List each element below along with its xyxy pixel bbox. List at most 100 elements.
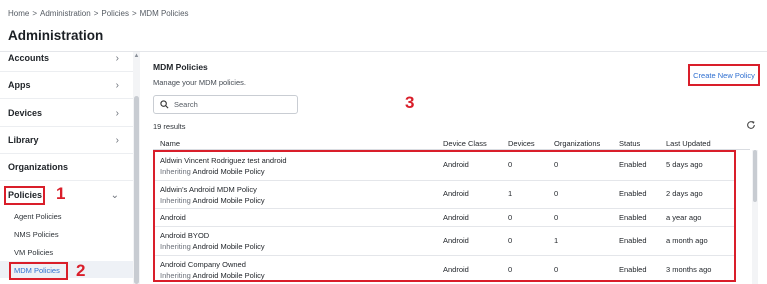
- policy-name: Android BYOD: [160, 231, 210, 240]
- sidebar-scroll-thumb[interactable]: [134, 96, 139, 284]
- sidebar-item-organizations[interactable]: Organizations: [0, 154, 133, 180]
- sidebar-divider: [0, 98, 133, 99]
- policy-name-cell[interactable]: Android: [160, 213, 186, 222]
- inherit-prefix: Inheriting: [160, 167, 191, 176]
- sidebar-item-devices[interactable]: Devices ›: [0, 100, 133, 126]
- devices-cell: 0: [508, 213, 513, 222]
- sidebar-item-apps[interactable]: Apps ›: [0, 72, 133, 98]
- device-class-cell: Android: [443, 213, 469, 222]
- status-cell: Enabled: [619, 213, 647, 222]
- organizations-cell: 0: [554, 160, 559, 169]
- last-updated-cell: 5 days ago: [666, 160, 703, 169]
- column-header-organizations[interactable]: Organizations: [554, 139, 600, 148]
- inherit-prefix: Inheriting: [160, 271, 191, 280]
- table-scrollbar[interactable]: [752, 150, 758, 284]
- status-cell: Enabled: [619, 160, 647, 169]
- table-row[interactable]: Android Company Owned Inheriting Android…: [155, 256, 734, 282]
- chevron-right-icon: ›: [115, 134, 119, 146]
- chevron-right-icon: ›: [115, 52, 119, 64]
- create-new-policy-button[interactable]: Create New Policy: [688, 64, 760, 86]
- refresh-icon[interactable]: [746, 120, 756, 130]
- scroll-up-arrow-icon[interactable]: ▲: [133, 53, 140, 60]
- sidebar-item-accounts[interactable]: Accounts ›: [0, 45, 133, 71]
- sidebar-item-label: Accounts: [8, 53, 50, 63]
- annotation-number-3: 3: [405, 93, 415, 112]
- table-row[interactable]: Android BYOD Inheriting Android Mobile P…: [155, 227, 734, 255]
- sidebar-subitem-nms-policies[interactable]: NMS Policies: [14, 230, 59, 239]
- last-updated-cell: 2 days ago: [666, 189, 703, 198]
- breadcrumb-separator: >: [131, 9, 137, 18]
- policy-inherit: Inheriting Android Mobile Policy: [160, 196, 265, 205]
- inherit-policy-name: Android Mobile Policy: [192, 242, 265, 251]
- inherit-policy-name: Android Mobile Policy: [192, 196, 265, 205]
- column-header-devices[interactable]: Devices: [508, 139, 535, 148]
- breadcrumb-home[interactable]: Home: [8, 9, 29, 18]
- organizations-cell: 0: [554, 265, 559, 274]
- annotation-number-2: 2: [76, 261, 86, 280]
- policy-name-cell[interactable]: Android BYOD Inheriting Android Mobile P…: [160, 231, 265, 251]
- organizations-cell: 1: [554, 236, 559, 245]
- sidebar-item-label: Devices: [8, 108, 43, 118]
- policy-inherit: Inheriting Android Mobile Policy: [160, 167, 287, 176]
- breadcrumb-administration[interactable]: Administration: [40, 9, 91, 18]
- inherit-prefix: Inheriting: [160, 242, 191, 251]
- column-header-status[interactable]: Status: [619, 139, 640, 148]
- devices-cell: 1: [508, 189, 513, 198]
- breadcrumb-current: MDM Policies: [139, 9, 189, 18]
- devices-cell: 0: [508, 265, 513, 274]
- last-updated-cell: 3 months ago: [666, 265, 712, 274]
- column-header-device-class[interactable]: Device Class: [443, 139, 487, 148]
- device-class-cell: Android: [443, 265, 469, 274]
- policy-name: Aldwin's Android MDM Policy: [160, 185, 257, 194]
- search-input[interactable]: [174, 100, 284, 109]
- annotation-box-mdm-policies: [9, 262, 68, 280]
- sidebar-scrollbar[interactable]: ▲: [133, 52, 140, 284]
- sidebar-subitem-agent-policies[interactable]: Agent Policies: [14, 212, 62, 221]
- organizations-cell: 0: [554, 189, 559, 198]
- device-class-cell: Android: [443, 236, 469, 245]
- annotation-box-policies: [4, 186, 45, 205]
- policy-name-cell[interactable]: Android Company Owned Inheriting Android…: [160, 260, 265, 280]
- last-updated-cell: a month ago: [666, 236, 708, 245]
- breadcrumb-separator: >: [32, 9, 38, 18]
- sidebar-item-label: Organizations: [8, 162, 69, 172]
- organizations-cell: 0: [554, 213, 559, 222]
- status-cell: Enabled: [619, 236, 647, 245]
- breadcrumb: Home > Administration > Policies > MDM P…: [8, 9, 189, 18]
- table-row[interactable]: Android Android 0 0 Enabled a year ago: [155, 209, 734, 226]
- column-header-last-updated[interactable]: Last Updated: [666, 139, 711, 148]
- sidebar-item-library[interactable]: Library ›: [0, 127, 133, 153]
- sidebar-subitem-vm-policies[interactable]: VM Policies: [14, 248, 53, 257]
- devices-cell: 0: [508, 160, 513, 169]
- policy-name-cell[interactable]: Aldwin Vincent Rodriguez test android In…: [160, 156, 287, 176]
- policy-name-cell[interactable]: Aldwin's Android MDM Policy Inheriting A…: [160, 185, 265, 205]
- devices-cell: 0: [508, 236, 513, 245]
- inherit-prefix: Inheriting: [160, 196, 191, 205]
- sidebar-divider: [0, 180, 133, 181]
- last-updated-cell: a year ago: [666, 213, 702, 222]
- column-header-name[interactable]: Name: [160, 139, 180, 148]
- page-title: Administration: [8, 28, 104, 43]
- policy-inherit: Inheriting Android Mobile Policy: [160, 242, 265, 251]
- device-class-cell: Android: [443, 189, 469, 198]
- table-row[interactable]: Aldwin Vincent Rodriguez test android In…: [155, 152, 734, 180]
- section-subtitle: Manage your MDM policies.: [153, 78, 246, 87]
- section-title: MDM Policies: [153, 62, 208, 72]
- sidebar-item-label: Apps: [8, 80, 31, 90]
- policy-name: Android: [160, 213, 186, 222]
- sidebar-item-label: Library: [8, 135, 39, 145]
- policy-name: Aldwin Vincent Rodriguez test android: [160, 156, 287, 165]
- status-cell: Enabled: [619, 265, 647, 274]
- search-icon: [160, 100, 169, 109]
- table-row[interactable]: Aldwin's Android MDM Policy Inheriting A…: [155, 181, 734, 209]
- chevron-down-icon: ⌄: [110, 189, 119, 201]
- chevron-right-icon: ›: [115, 107, 119, 119]
- policy-inherit: Inheriting Android Mobile Policy: [160, 271, 265, 280]
- table-scroll-thumb[interactable]: [753, 150, 757, 202]
- search-box[interactable]: [153, 95, 298, 114]
- breadcrumb-policies[interactable]: Policies: [101, 9, 129, 18]
- device-class-cell: Android: [443, 160, 469, 169]
- status-cell: Enabled: [619, 189, 647, 198]
- policy-name: Android Company Owned: [160, 260, 246, 269]
- chevron-right-icon: ›: [115, 79, 119, 91]
